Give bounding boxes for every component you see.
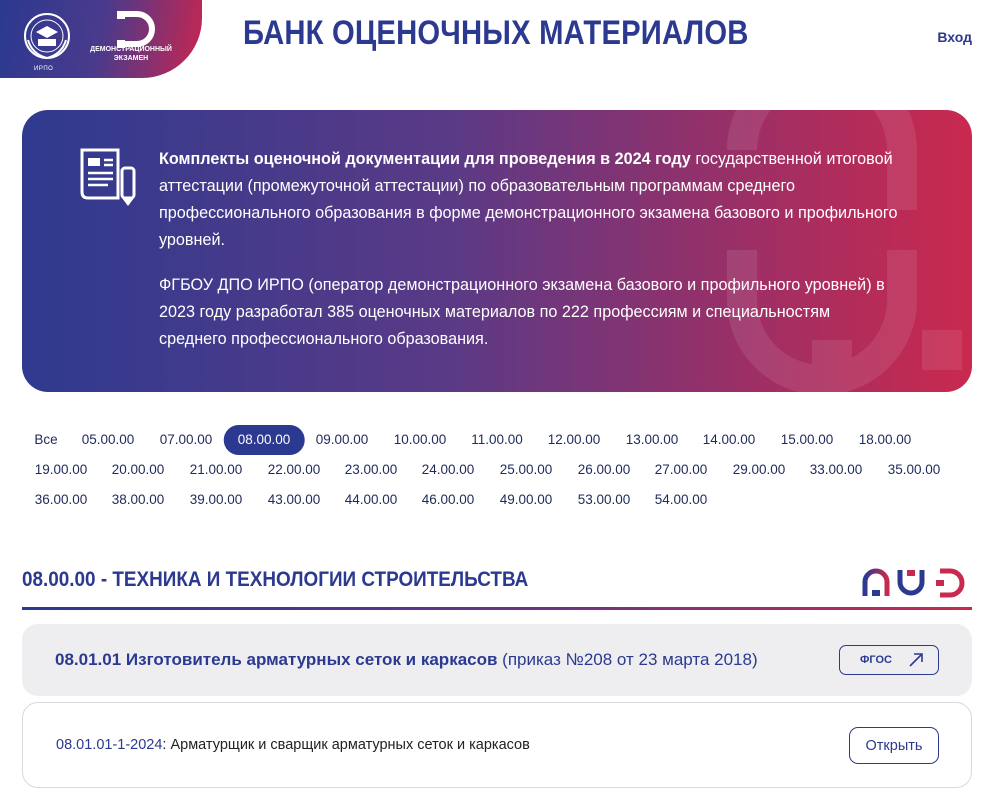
filter-chip-07-00-00[interactable]: 07.00.00 — [150, 425, 223, 455]
filter-chip-27-00-00[interactable]: 27.00.00 — [645, 455, 718, 485]
open-button[interactable]: Открыть — [849, 727, 939, 764]
filter-chip-22-00-00[interactable]: 22.00.00 — [258, 455, 331, 485]
profession-title-bold: 08.01.01 Изготовитель арматурных сеток и… — [55, 650, 498, 669]
emblem-caption: ИРПО — [34, 66, 54, 72]
filter-chip-10-00-00[interactable]: 10.00.00 — [384, 425, 457, 455]
filter-chip-15-00-00[interactable]: 15.00.00 — [771, 425, 844, 455]
filter-chip-09-00-00[interactable]: 09.00.00 — [306, 425, 379, 455]
material-name: : Арматурщик и сварщик арматурных сеток … — [162, 737, 530, 753]
filter-chip-46-00-00[interactable]: 46.00.00 — [412, 485, 485, 515]
filter-chip-25-00-00[interactable]: 25.00.00 — [490, 455, 563, 485]
banner-paragraph-2: ФГБОУ ДПО ИРПО (оператор демонстрационно… — [159, 276, 885, 348]
filter-chip-54-00-00[interactable]: 54.00.00 — [645, 485, 718, 515]
filter-chip-35-00-00[interactable]: 35.00.00 — [878, 455, 951, 485]
fgos-button[interactable]: ФГОС — [839, 645, 939, 675]
external-link-icon — [909, 653, 923, 667]
banner-paragraph-1: Комплекты оценочной документации для про… — [159, 146, 899, 254]
section-title: 08.00.00 - ТЕХНИКА И ТЕХНОЛОГИИ СТРОИТЕЛ… — [22, 568, 529, 591]
material-card: 08.01.01-1-2024: Арматурщик и сварщик ар… — [22, 702, 972, 788]
demo-exam-logo-text: ДЕМОНСТРАЦИОННЫЙ ЭКЗАМЕН — [90, 46, 172, 62]
filter-chip-49-00-00[interactable]: 49.00.00 — [490, 485, 563, 515]
filter-chip-all[interactable]: Все — [24, 425, 67, 455]
filter-chip-29-00-00[interactable]: 29.00.00 — [723, 455, 796, 485]
filter-chip-21-00-00[interactable]: 21.00.00 — [180, 455, 253, 485]
filter-chip-43-00-00[interactable]: 43.00.00 — [258, 485, 331, 515]
filter-chip-24-00-00[interactable]: 24.00.00 — [412, 455, 485, 485]
banner-text: Комплекты оценочной документации для про… — [159, 146, 899, 353]
filter-chip-20-00-00[interactable]: 20.00.00 — [102, 455, 175, 485]
filter-chip-08-00-00[interactable]: 08.00.00 — [223, 425, 305, 455]
filter-chip-23-00-00[interactable]: 23.00.00 — [335, 455, 408, 485]
profession-title-order: (приказ №208 от 23 марта 2018) — [497, 650, 758, 669]
irpo-emblem-icon — [24, 13, 70, 60]
filter-chip-14-00-00[interactable]: 14.00.00 — [693, 425, 766, 455]
filter-chip-53-00-00[interactable]: 53.00.00 — [568, 485, 641, 515]
filter-chip-13-00-00[interactable]: 13.00.00 — [616, 425, 689, 455]
filter-chip-18-00-00[interactable]: 18.00.00 — [849, 425, 922, 455]
material-text: 08.01.01-1-2024: Арматурщик и сварщик ар… — [56, 737, 530, 753]
profession-card: 08.01.01 Изготовитель арматурных сеток и… — [22, 624, 972, 696]
filter-chip-44-00-00[interactable]: 44.00.00 — [335, 485, 408, 515]
login-link[interactable]: Вход — [937, 29, 972, 45]
section-divider — [22, 607, 972, 610]
filter-chip-36-00-00[interactable]: 36.00.00 — [25, 485, 98, 515]
filter-chip-05-00-00[interactable]: 05.00.00 — [72, 425, 145, 455]
material-code[interactable]: 08.01.01-1-2024 — [56, 737, 162, 753]
filter-chip-19-00-00[interactable]: 19.00.00 — [25, 455, 98, 485]
filter-chip-11-00-00[interactable]: 11.00.00 — [461, 425, 533, 455]
filter-chip-33-00-00[interactable]: 33.00.00 — [800, 455, 873, 485]
document-icon — [80, 148, 136, 206]
filter-chip-26-00-00[interactable]: 26.00.00 — [568, 455, 641, 485]
header-logo-block[interactable]: ИРПО ДЕМОНСТРАЦИОННЫЙ ЭКЗАМЕН — [0, 0, 202, 78]
irpo-brand-icon — [862, 568, 965, 598]
filter-chip-39-00-00[interactable]: 39.00.00 — [180, 485, 253, 515]
fgos-label: ФГОС — [860, 654, 892, 666]
info-banner: Комплекты оценочной документации для про… — [22, 110, 972, 392]
filter-chip-38-00-00[interactable]: 38.00.00 — [102, 485, 175, 515]
profession-title: 08.01.01 Изготовитель арматурных сеток и… — [55, 650, 758, 670]
filter-chip-12-00-00[interactable]: 12.00.00 — [538, 425, 611, 455]
page-title: БАНК ОЦЕНОЧНЫХ МАТЕРИАЛОВ — [243, 14, 749, 52]
banner-paragraph-1-bold: Комплекты оценочной документации для про… — [159, 150, 691, 168]
